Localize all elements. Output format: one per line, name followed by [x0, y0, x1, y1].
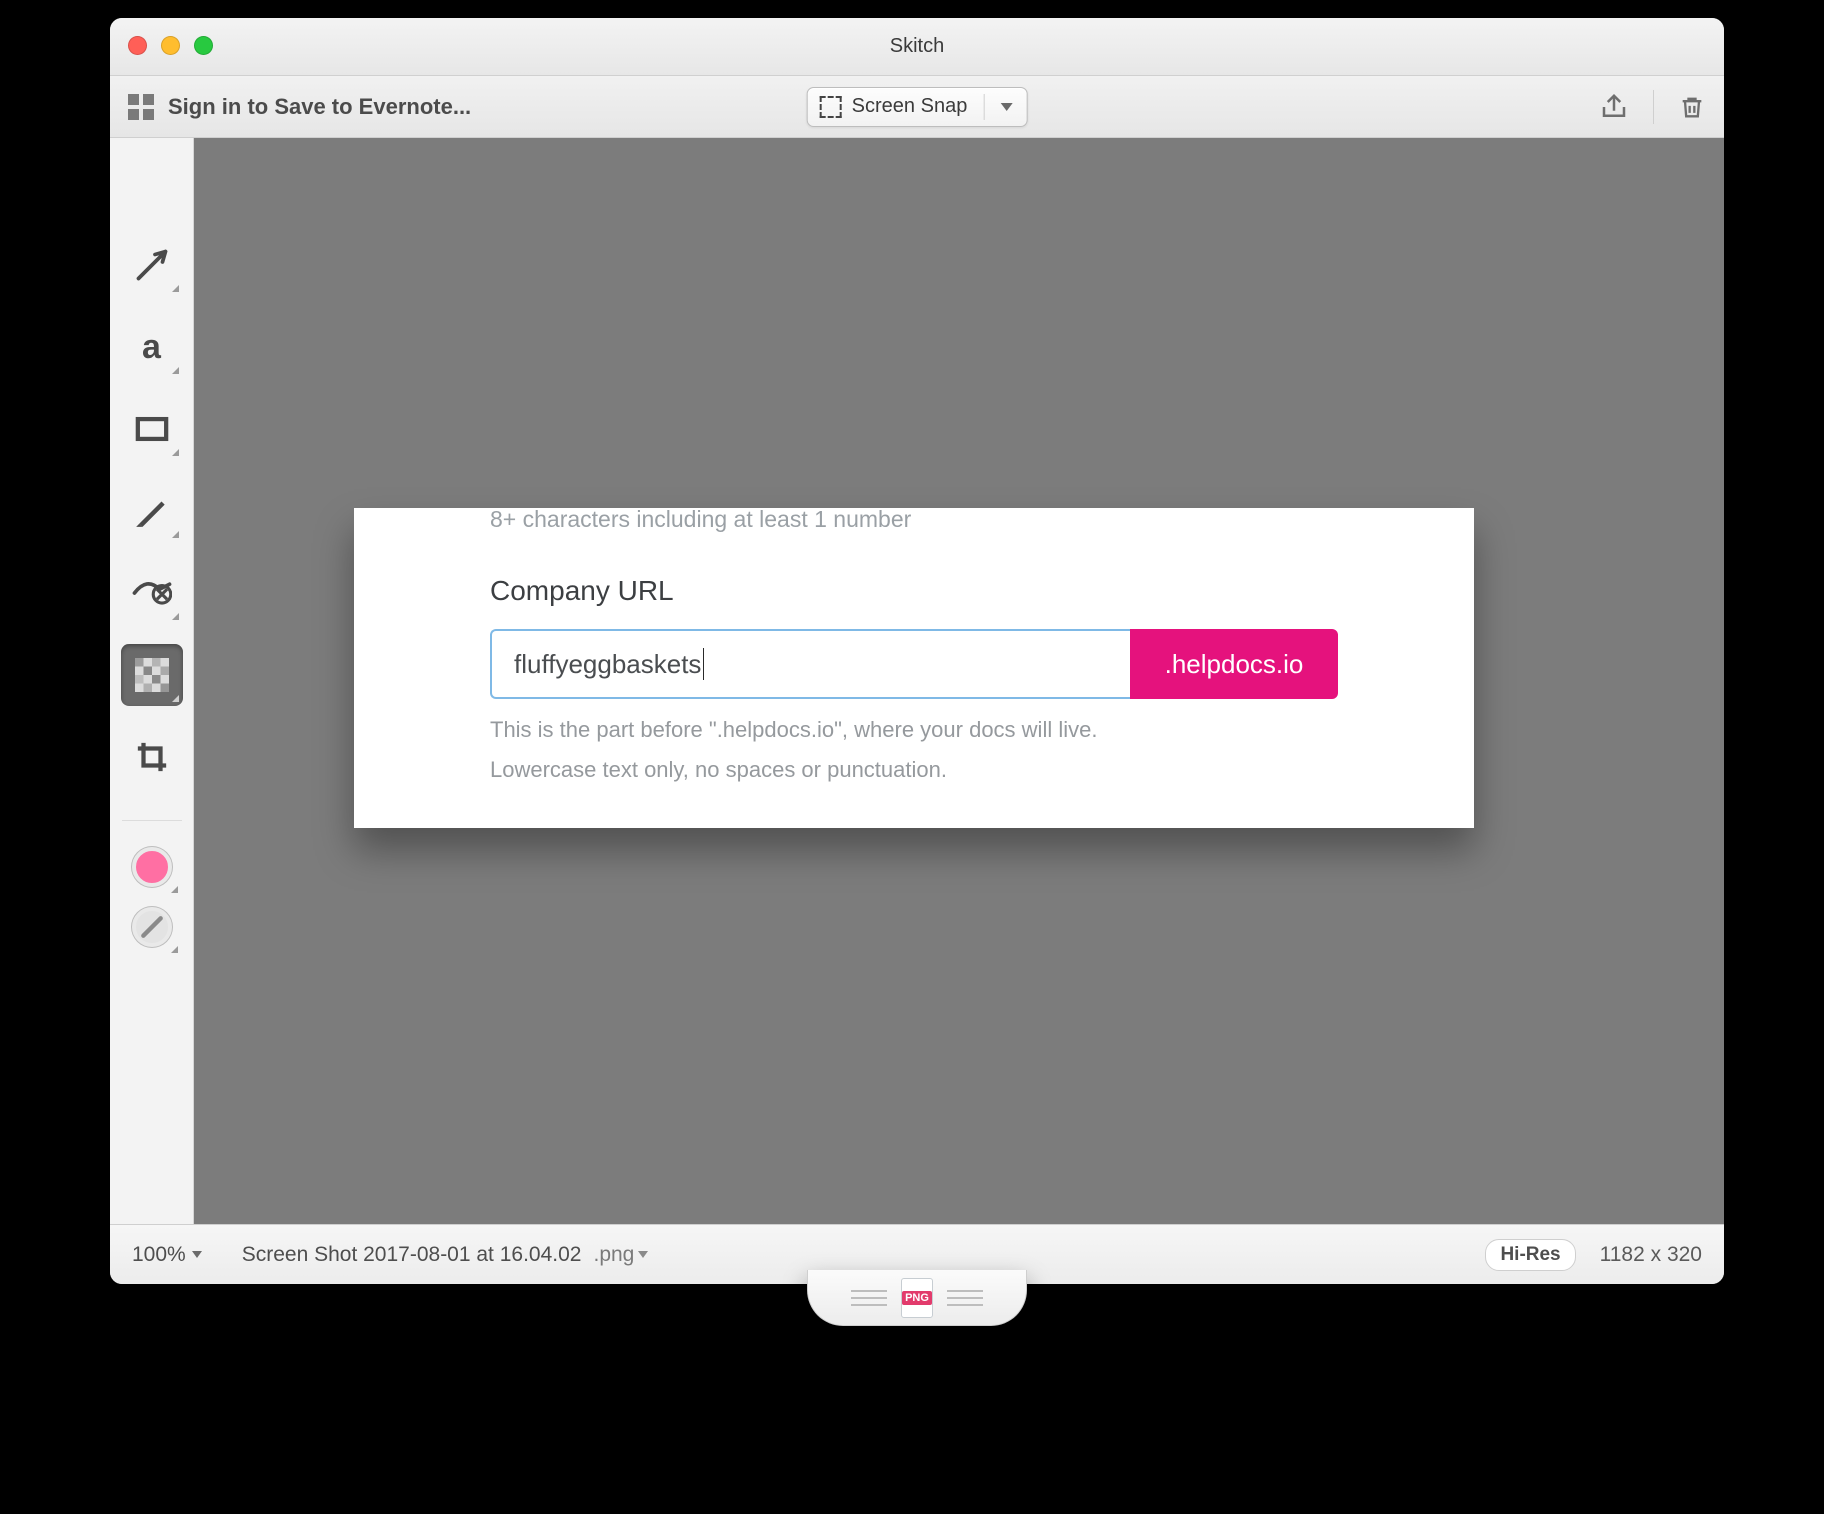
format-badge: PNG — [902, 1291, 932, 1305]
zoom-value: 100% — [132, 1243, 186, 1267]
form-card: 8+ characters including at least 1 numbe… — [418, 508, 1410, 828]
zoom-control[interactable]: 100% — [132, 1243, 202, 1267]
window-title: Skitch — [890, 35, 944, 58]
divider — [1653, 90, 1654, 124]
zoom-icon[interactable] — [194, 36, 213, 55]
apps-icon[interactable] — [128, 94, 154, 120]
hires-badge[interactable]: Hi-Res — [1485, 1239, 1575, 1271]
field-label: Company URL — [490, 575, 1338, 607]
tool-pixelate[interactable] — [121, 644, 183, 706]
grip-icon — [947, 1290, 983, 1306]
tool-stamp[interactable] — [121, 562, 183, 624]
chevron-down-icon — [1000, 103, 1012, 111]
password-hint: 8+ characters including at least 1 numbe… — [490, 506, 1338, 533]
format-value: .png — [593, 1243, 634, 1267]
help-text: Lowercase text only, no spaces or punctu… — [490, 757, 1338, 783]
tool-text[interactable]: a — [121, 316, 183, 378]
company-url-input[interactable]: fluffyeggbaskets — [490, 629, 1130, 699]
grip-icon — [851, 1290, 887, 1306]
tool-marker[interactable] — [121, 480, 183, 542]
capture-mode-label: Screen Snap — [852, 95, 968, 118]
screensnap-icon — [820, 96, 842, 118]
close-icon[interactable] — [128, 36, 147, 55]
toolbar: Sign in to Save to Evernote... Screen Sn… — [110, 76, 1724, 138]
minimize-icon[interactable] — [161, 36, 180, 55]
dimensions: 1182 x 320 — [1600, 1243, 1702, 1267]
tool-arrow[interactable] — [121, 234, 183, 296]
text-caret — [703, 648, 704, 680]
filename[interactable]: Screen Shot 2017-08-01 at 16.04.02 — [242, 1243, 582, 1267]
tool-rect[interactable] — [121, 398, 183, 460]
titlebar[interactable]: Skitch — [110, 18, 1724, 76]
skitch-window: Skitch Sign in to Save to Evernote... Sc… — [110, 18, 1724, 1284]
url-suffix: .helpdocs.io — [1130, 629, 1338, 699]
drag-handle[interactable]: PNG — [807, 1270, 1027, 1326]
tool-sidebar: a — [110, 138, 194, 1224]
share-icon[interactable] — [1599, 92, 1629, 122]
canvas[interactable]: 8+ characters including at least 1 numbe… — [194, 138, 1724, 1224]
chevron-down-icon — [638, 1251, 648, 1258]
divider — [122, 820, 182, 821]
help-text: This is the part before ".helpdocs.io", … — [490, 717, 1338, 743]
file-icon: PNG — [901, 1278, 933, 1318]
color-swatch[interactable] — [132, 847, 172, 887]
stroke-swatch[interactable] — [132, 907, 172, 947]
format-dropdown[interactable]: .png — [593, 1243, 648, 1267]
chevron-down-icon — [192, 1251, 202, 1258]
tool-crop[interactable] — [121, 726, 183, 788]
trash-icon[interactable] — [1678, 92, 1706, 122]
input-value: fluffyeggbaskets — [514, 649, 701, 680]
captured-image: 8+ characters including at least 1 numbe… — [354, 508, 1474, 828]
signin-link[interactable]: Sign in to Save to Evernote... — [168, 94, 471, 120]
text-icon: a — [142, 328, 161, 367]
capture-mode-button[interactable]: Screen Snap — [807, 87, 1028, 127]
